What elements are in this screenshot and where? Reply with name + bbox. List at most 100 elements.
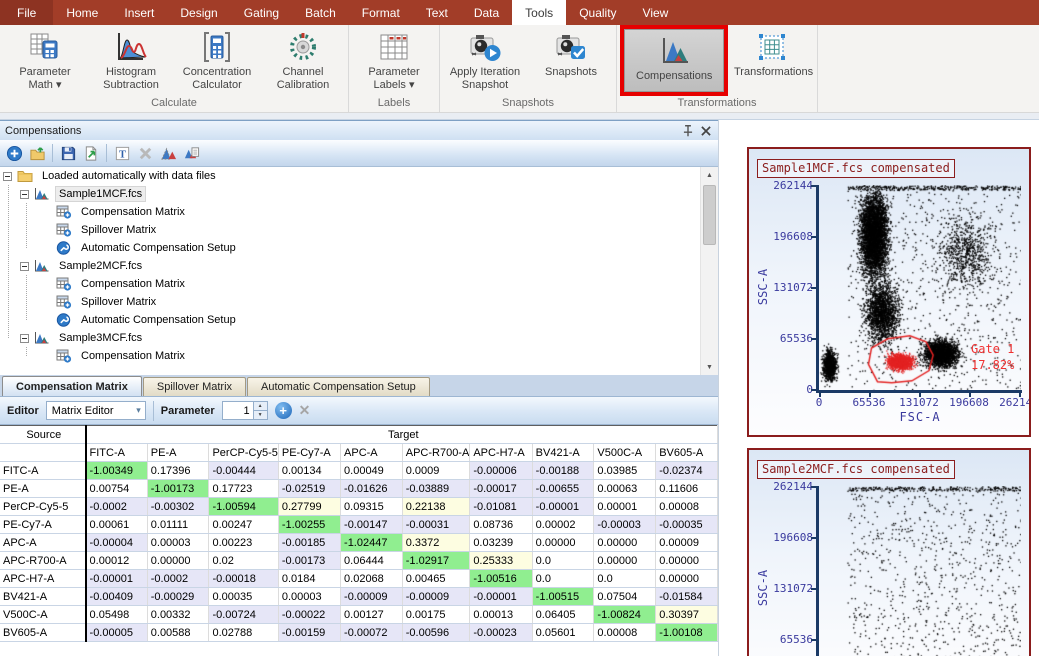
ribbon-button-concentration-calculator[interactable]: Concentration Calculator <box>174 25 260 96</box>
matrix-cell[interactable]: 0.00000 <box>594 534 656 552</box>
matrix-cell[interactable]: 0.27799 <box>278 498 340 516</box>
tree-item-automatic-compensation-setup[interactable]: Automatic Compensation Setup <box>0 311 718 329</box>
matrix-cell[interactable]: -0.00009 <box>341 588 403 606</box>
matrix-cell[interactable]: 0.00175 <box>402 606 470 624</box>
matrix-cell[interactable]: -0.00005 <box>86 624 148 642</box>
expander-minus-icon[interactable] <box>3 172 12 181</box>
matrix-cell[interactable]: 0.00001 <box>594 498 656 516</box>
matrix-cell[interactable]: -0.00023 <box>470 624 532 642</box>
parameter-stepper[interactable]: 1 ▲ ▼ <box>222 401 268 420</box>
matrix-cell[interactable]: -0.00409 <box>86 588 148 606</box>
matrix-cell[interactable]: 0.25333 <box>470 552 532 570</box>
editor-select[interactable]: Matrix Editor ▾ <box>46 401 146 420</box>
matrix-cell[interactable]: 0.00754 <box>86 480 148 498</box>
matrix-cell[interactable]: 0.00332 <box>147 606 209 624</box>
tab-spillover-matrix[interactable]: Spillover Matrix <box>143 377 246 396</box>
expander-minus-icon[interactable] <box>20 190 29 199</box>
matrix-cell[interactable]: 0.00588 <box>147 624 209 642</box>
matrix-cell[interactable]: 0.00127 <box>341 606 403 624</box>
matrix-cell[interactable]: -1.00108 <box>656 624 718 642</box>
menu-tab-data[interactable]: Data <box>461 0 512 25</box>
matrix-cell[interactable]: 0.07504 <box>594 588 656 606</box>
matrix-cell[interactable]: -0.02374 <box>656 462 718 480</box>
matrix-cell[interactable]: -1.00824 <box>594 606 656 624</box>
expander-minus-icon[interactable] <box>20 262 29 271</box>
matrix-cell[interactable]: -0.01081 <box>470 498 532 516</box>
menu-tab-gating[interactable]: Gating <box>231 0 292 25</box>
menu-tab-quality[interactable]: Quality <box>566 0 629 25</box>
matrix-cell[interactable]: -0.00173 <box>278 552 340 570</box>
tab-compensation-matrix[interactable]: Compensation Matrix <box>2 376 142 396</box>
matrix-cell[interactable]: -1.00516 <box>470 570 532 588</box>
tree-item-compensation-matrix[interactable]: Compensation Matrix <box>0 347 718 365</box>
ribbon-button-apply-iteration-snapshot[interactable]: Apply Iteration Snapshot <box>442 25 528 96</box>
matrix-cell[interactable]: -0.00022 <box>278 606 340 624</box>
matrix-cell[interactable]: 0.17396 <box>147 462 209 480</box>
tree-item-sample2mcf-fcs[interactable]: Sample2MCF.fcs <box>0 257 718 275</box>
save-icon[interactable] <box>58 143 78 163</box>
matrix-cell[interactable]: -0.00072 <box>341 624 403 642</box>
matrix-cell[interactable]: 0.00063 <box>594 480 656 498</box>
menu-tab-format[interactable]: Format <box>349 0 413 25</box>
matrix-cell[interactable]: -0.02519 <box>278 480 340 498</box>
matrix-cell[interactable]: 0.00000 <box>532 534 594 552</box>
matrix-cell[interactable]: -0.00147 <box>341 516 403 534</box>
matrix-cell[interactable]: 0.02 <box>209 552 278 570</box>
add-parameter-button[interactable]: + <box>275 402 292 419</box>
menu-tab-design[interactable]: Design <box>167 0 230 25</box>
matrix-cell[interactable]: -0.00018 <box>209 570 278 588</box>
matrix-cell[interactable]: 0.05601 <box>532 624 594 642</box>
matrix-cell[interactable]: 0.00134 <box>278 462 340 480</box>
matrix-cell[interactable]: 0.00003 <box>147 534 209 552</box>
matrix-cell[interactable]: -0.01626 <box>341 480 403 498</box>
matrix-cell[interactable]: 0.00012 <box>86 552 148 570</box>
matrix-cell[interactable]: 0.00035 <box>209 588 278 606</box>
matrix-cell[interactable]: -0.0002 <box>86 498 148 516</box>
matrix-cell[interactable]: 0.00013 <box>470 606 532 624</box>
close-icon[interactable] <box>699 124 713 138</box>
open-icon[interactable] <box>27 143 47 163</box>
tree-item-sample1mcf-fcs[interactable]: Sample1MCF.fcs <box>0 185 718 203</box>
scroll-up-icon[interactable]: ▲ <box>701 167 718 183</box>
matrix-cell[interactable]: 0.02788 <box>209 624 278 642</box>
matrix-cell[interactable]: 0.06405 <box>532 606 594 624</box>
matrix-cell[interactable]: -0.00003 <box>594 516 656 534</box>
matrix-cell[interactable]: -1.02447 <box>341 534 403 552</box>
add-icon[interactable] <box>4 143 24 163</box>
ribbon-button-compensations[interactable]: Compensations <box>624 29 724 92</box>
matrix-cell[interactable]: -0.00655 <box>532 480 594 498</box>
matrix-cell[interactable]: 0.08736 <box>470 516 532 534</box>
matrix-cell[interactable]: -1.00349 <box>86 462 148 480</box>
matrix-cell[interactable]: 0.06444 <box>341 552 403 570</box>
matrix-cell[interactable]: 0.01111 <box>147 516 209 534</box>
matrix-cell[interactable]: -0.00006 <box>470 462 532 480</box>
matrix-cell[interactable]: 0.22138 <box>402 498 470 516</box>
menu-tab-view[interactable]: View <box>630 0 682 25</box>
tree-item-spillover-matrix[interactable]: Spillover Matrix <box>0 293 718 311</box>
matrix-cell[interactable]: 0.00000 <box>656 570 718 588</box>
matrix-cell[interactable]: 0.0 <box>532 570 594 588</box>
matrix-cell[interactable]: 0.03985 <box>594 462 656 480</box>
matrix-cell[interactable]: 0.0184 <box>278 570 340 588</box>
matrix-cell[interactable]: -0.00724 <box>209 606 278 624</box>
matrix-cell[interactable]: -0.00035 <box>656 516 718 534</box>
ribbon-button-snapshots[interactable]: Snapshots <box>528 25 614 96</box>
matrix-cell[interactable]: -0.00029 <box>147 588 209 606</box>
spin-down-icon[interactable]: ▼ <box>254 411 267 419</box>
matrix-cell[interactable]: 0.00223 <box>209 534 278 552</box>
matrix-cell[interactable]: -0.00188 <box>532 462 594 480</box>
matrix-cell[interactable]: -0.00031 <box>402 516 470 534</box>
matrix-cell[interactable]: -1.00255 <box>278 516 340 534</box>
menu-tab-batch[interactable]: Batch <box>292 0 349 25</box>
export-icon[interactable] <box>81 143 101 163</box>
matrix-cell[interactable]: 0.00009 <box>656 534 718 552</box>
matrix-cell[interactable]: 0.09315 <box>341 498 403 516</box>
matrix-cell[interactable]: -0.00159 <box>278 624 340 642</box>
matrix-cell[interactable]: 0.00247 <box>209 516 278 534</box>
matrix-cell[interactable]: 0.17723 <box>209 480 278 498</box>
tree-item-spillover-matrix[interactable]: Spillover Matrix <box>0 221 718 239</box>
matrix-cell[interactable]: -0.01584 <box>656 588 718 606</box>
matrix-cell[interactable]: 0.0 <box>532 552 594 570</box>
tree-item-automatic-compensation-setup[interactable]: Automatic Compensation Setup <box>0 239 718 257</box>
delete-parameter-button[interactable]: ✕ <box>299 402 311 419</box>
